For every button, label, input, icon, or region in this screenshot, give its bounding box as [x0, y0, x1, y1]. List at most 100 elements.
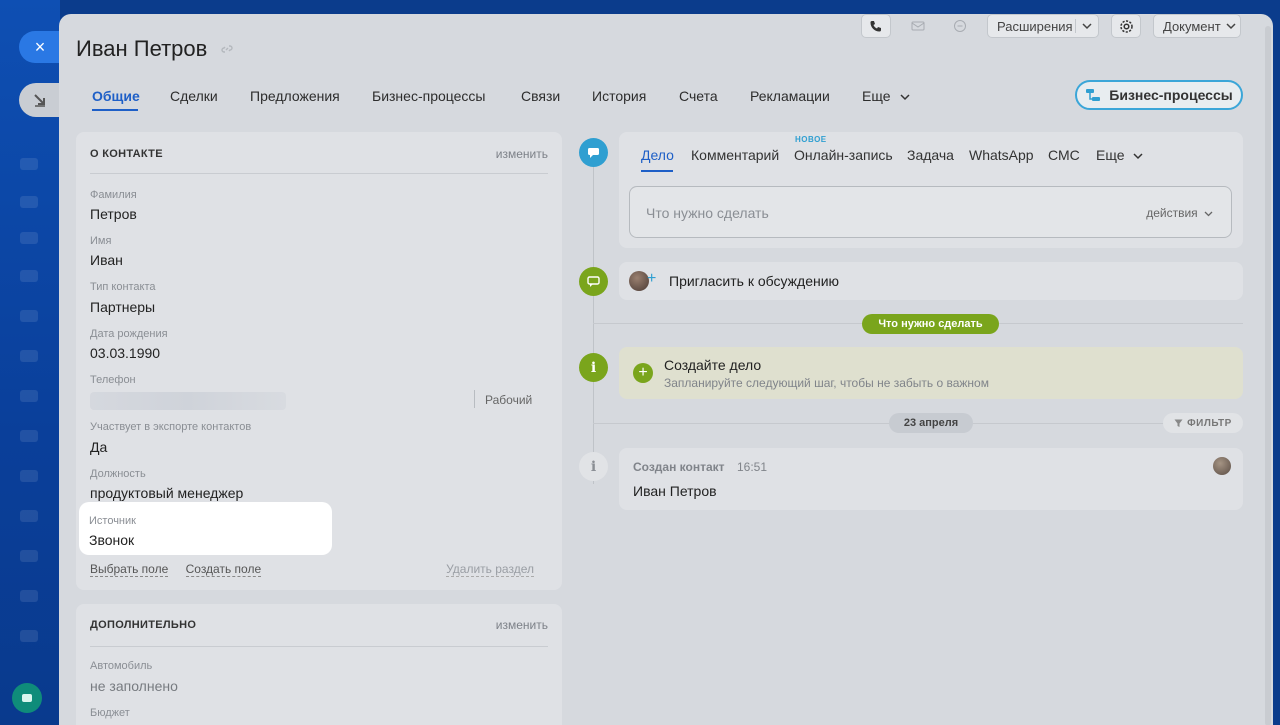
chat-icon [954, 20, 966, 32]
sidebar-icon[interactable] [20, 232, 38, 244]
select-field-link[interactable]: Выбрать поле [90, 562, 169, 577]
invite-to-discussion[interactable]: + Пригласить к обсуждению [619, 262, 1243, 300]
field-value-export[interactable]: Да [90, 439, 107, 455]
tab-history[interactable]: История [592, 88, 646, 104]
tab-deals[interactable]: Сделки [170, 88, 218, 104]
tab-comment[interactable]: Комментарий [691, 147, 779, 163]
field-label: Тип контакта [90, 281, 156, 293]
info-icon: i [579, 452, 608, 481]
activity-icon [579, 138, 608, 167]
phone-value-blurred[interactable] [90, 392, 286, 410]
remove-section-link[interactable]: Удалить раздел [446, 562, 534, 577]
field-label: Должность [90, 468, 146, 480]
input-placeholder: Что нужно сделать [646, 205, 769, 221]
edit-link[interactable]: изменить [496, 618, 548, 632]
field-label: Имя [90, 235, 112, 247]
sidebar-icon[interactable] [20, 310, 38, 322]
support-icon[interactable] [12, 683, 42, 713]
sidebar-icon[interactable] [20, 158, 38, 170]
chat-button[interactable] [945, 14, 975, 38]
sidebar-icon[interactable] [20, 550, 38, 562]
activity-composer: НОВОЕ Дело Комментарий Онлайн-запись Зад… [619, 132, 1243, 248]
chevron-down-icon [1133, 153, 1143, 159]
sidebar-icon[interactable] [20, 350, 38, 362]
field-label: Дата рождения [90, 328, 168, 340]
field-value-contact-type[interactable]: Партнеры [90, 299, 155, 315]
event-contact-link[interactable]: Иван Петров [633, 483, 717, 499]
link-icon[interactable] [221, 42, 233, 58]
create-activity-block[interactable]: + Создайте дело Запланируйте следующий ш… [619, 347, 1243, 399]
tab-general[interactable]: Общие [92, 88, 140, 104]
sidebar-icon[interactable] [20, 470, 38, 482]
email-button[interactable] [903, 14, 933, 38]
card-header: ДОПОЛНИТЕЛЬНО [90, 619, 197, 631]
create-field-link[interactable]: Создать поле [185, 562, 262, 577]
new-badge: НОВОЕ [795, 135, 827, 144]
todo-subtitle: Запланируйте следующий шаг, чтобы не заб… [664, 376, 989, 390]
actions-dropdown[interactable]: действия [1146, 206, 1213, 220]
tab-proposals[interactable]: Предложения [250, 88, 340, 104]
tab-task[interactable]: Задача [907, 147, 954, 163]
field-value-source[interactable]: Звонок [89, 532, 134, 548]
divider [90, 646, 548, 647]
sidebar-icon[interactable] [20, 390, 38, 402]
comment-icon [579, 267, 608, 296]
field-value-firstname[interactable]: Иван [90, 252, 123, 268]
chevron-down-icon [900, 94, 910, 100]
timeline-line [593, 164, 594, 484]
tab-business-processes[interactable]: Бизнес-процессы [372, 88, 485, 104]
extensions-dropdown[interactable]: Расширения [987, 14, 1099, 38]
scrollbar[interactable] [1265, 26, 1271, 725]
tab-online-booking[interactable]: Онлайн-запись [794, 147, 893, 163]
contact-panel: Иван Петров Расширения Документ Общие Сд… [59, 14, 1273, 725]
chevron-down-icon [1226, 23, 1236, 30]
business-processes-label: Бизнес-процессы [1109, 87, 1233, 103]
tab-sms[interactable]: СМС [1048, 147, 1080, 163]
page-title: Иван Петров [76, 36, 208, 61]
business-process-icon [1086, 89, 1101, 101]
divider [474, 390, 475, 408]
field-value-birthdate[interactable]: 03.03.1990 [90, 345, 160, 361]
source-field-highlight[interactable]: Источник Звонок [79, 502, 332, 555]
arrow-down-right-icon [34, 94, 45, 107]
settings-button[interactable] [1111, 14, 1141, 38]
tab-more[interactable]: Еще [862, 88, 910, 104]
plus-icon: + [647, 270, 657, 287]
phone-type-label: Рабочий [485, 393, 533, 407]
business-processes-button[interactable]: Бизнес-процессы [1075, 80, 1243, 110]
plus-icon[interactable]: + [633, 363, 653, 383]
field-value-position[interactable]: продуктовый менеджер [90, 485, 243, 501]
todo-section-badge: Что нужно сделать [862, 314, 999, 334]
tab-connections[interactable]: Связи [521, 88, 560, 104]
sidebar-icon[interactable] [20, 590, 38, 602]
field-label: Фамилия [90, 189, 137, 201]
tab-claims[interactable]: Рекламации [750, 88, 830, 104]
field-label: Источник [89, 515, 136, 527]
close-button[interactable]: × [19, 31, 61, 63]
sidebar-icon[interactable] [20, 430, 38, 442]
filter-button[interactable]: ФИЛЬТР [1163, 413, 1243, 433]
collapse-button[interactable] [19, 83, 61, 117]
sidebar-icon[interactable] [20, 270, 38, 282]
activity-input[interactable]: Что нужно сделать действия [629, 186, 1232, 238]
sidebar-icon[interactable] [20, 630, 38, 642]
tab-more-label: Еще [862, 88, 891, 104]
active-tab-indicator [92, 109, 138, 111]
document-dropdown[interactable]: Документ [1153, 14, 1241, 38]
field-value-car[interactable]: не заполнено [90, 678, 178, 694]
edit-link[interactable]: изменить [496, 147, 548, 161]
separator [1075, 19, 1076, 33]
additional-info-card: ДОПОЛНИТЕЛЬНО изменить Автомобиль не зап… [76, 604, 562, 725]
sidebar-icon[interactable] [20, 510, 38, 522]
call-button[interactable] [861, 14, 891, 38]
tab-whatsapp[interactable]: WhatsApp [969, 147, 1034, 163]
tab-invoices[interactable]: Счета [679, 88, 718, 104]
tab-more[interactable]: Еще [1096, 147, 1143, 163]
avatar [1213, 457, 1231, 475]
sidebar-icon[interactable] [20, 196, 38, 208]
field-value-lastname[interactable]: Петров [90, 206, 137, 222]
tab-activity[interactable]: Дело [641, 147, 674, 163]
info-icon: i [579, 353, 608, 382]
phone-icon [870, 21, 881, 32]
chevron-down-icon [1204, 211, 1213, 217]
